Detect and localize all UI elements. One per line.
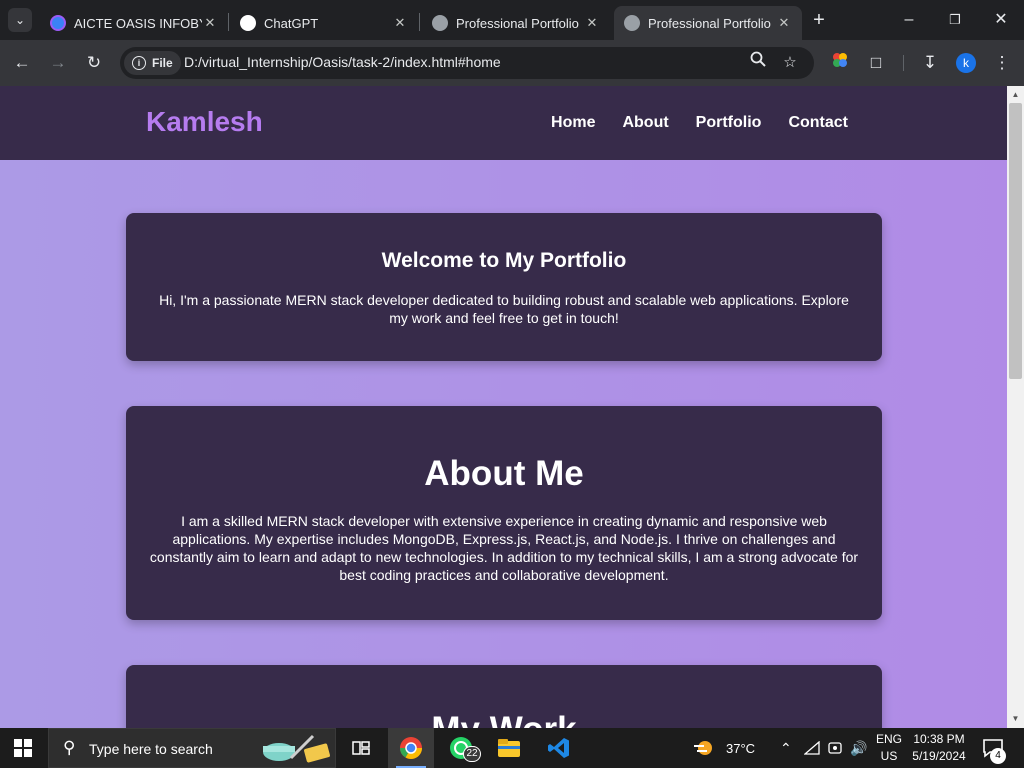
nav-about-link[interactable]: About [622,114,668,132]
work-section: My Work [126,665,882,728]
close-icon[interactable]: ✕ [392,15,408,31]
tab-search-button[interactable]: ⌄ [8,8,32,32]
search-highlight-illustration-icon [263,734,330,763]
weather-temp: 37°C [726,740,756,756]
task-view-icon[interactable] [338,728,384,768]
page-scrollbar[interactable]: ▲ ▼ [1007,86,1024,728]
about-section: About Me I am a skilled MERN stack devel… [126,406,882,620]
download-icon[interactable]: ↧ [918,51,942,75]
welcome-text: Hi, I'm a passionate MERN stack develope… [159,292,849,326]
search-icon: ⚲ [63,738,76,757]
about-title: About Me [424,454,584,493]
show-hidden-icons-icon[interactable]: ⌃ [780,728,792,768]
site-info-chip[interactable]: i File [124,51,181,75]
extensions-puzzle-icon[interactable]: □ [864,51,888,75]
globe-icon [624,15,640,31]
tab-portfolio-active[interactable]: Professional Portfolio ✕ [614,6,802,40]
chrome-taskbar-icon[interactable] [388,728,434,768]
scroll-thumb[interactable] [1009,103,1022,379]
info-icon: i [132,56,146,70]
site-header: Kamlesh Home About Portfolio Contact [0,86,1007,160]
tab-title: Professional Portfolio [648,15,771,31]
welcome-section: Welcome to My Portfolio Hi, I'm a passio… [126,213,882,361]
windows-start-icon[interactable] [14,739,32,757]
nav-contact-link[interactable]: Contact [788,114,848,132]
nav-home-link[interactable]: Home [551,114,595,132]
language-code: ENG [875,732,902,746]
toolbar-divider [903,55,904,71]
page-viewport: Kamlesh Home About Portfolio Contact Wel… [0,86,1007,728]
forward-arrow-icon[interactable]: → [46,51,70,75]
clock-time: 10:38 PM [913,732,965,746]
scroll-up-icon[interactable]: ▲ [1007,88,1024,102]
bookmark-star-icon[interactable]: ☆ [778,51,802,75]
browser-toolbar: ← → ↻ i File D:/virtual_Internship/Oasis… [0,40,1024,86]
volume-icon[interactable]: 🔊 [850,728,867,768]
color-extension-icon[interactable] [828,51,852,75]
windows-taskbar: ⚲ Type here to search 22 37°C ⌃ 🔊 ENG US… [0,728,1024,768]
whatsapp-taskbar-icon[interactable]: 22 [438,728,484,768]
tab-portfolio-1[interactable]: Professional Portfolio ✕ [422,6,610,40]
vscode-taskbar-icon[interactable] [536,728,582,768]
close-window-icon[interactable]: ✕ [989,8,1013,32]
minimize-icon[interactable]: – [897,8,921,32]
search-placeholder: Type here to search [89,741,213,757]
file-explorer-icon[interactable] [486,728,532,768]
network-icon[interactable] [804,728,820,768]
tab-aicte[interactable]: AICTE OASIS INFOBYTE ✕ [40,6,228,40]
scroll-down-icon[interactable]: ▼ [1007,712,1024,726]
site-nav: Home About Portfolio Contact [551,114,848,132]
weather-widget[interactable]: 37°C [692,728,755,768]
new-tab-button[interactable]: + [808,9,830,31]
tab-chatgpt[interactable]: ChatGPT ✕ [230,6,418,40]
language-indicator[interactable]: ENG US [874,731,904,765]
menu-kebab-icon[interactable]: ⋮ [990,51,1014,75]
region-code: US [880,749,898,763]
work-title: My Work [148,710,860,728]
about-text: I am a skilled MERN stack developer with… [149,513,859,583]
nav-portfolio-link[interactable]: Portfolio [696,114,762,132]
browser-tab-strip: ⌄ AICTE OASIS INFOBYTE ✕ ChatGPT ✕ Profe… [0,0,1024,40]
clock-date: 5/19/2024 [912,749,966,763]
notification-count-badge: 4 [990,748,1006,764]
chatgpt-favicon-icon [240,15,256,31]
tab-title: AICTE OASIS INFOBYTE [74,15,202,31]
aicte-favicon-icon [50,15,66,31]
tab-separator [228,13,229,31]
reload-icon[interactable]: ↻ [82,51,106,75]
camera-icon[interactable] [828,728,842,768]
system-clock[interactable]: 10:38 PM 5/19/2024 [906,731,972,765]
whatsapp-badge: 22 [463,746,481,762]
chip-label: File [152,56,173,70]
globe-icon [432,15,448,31]
tab-title: Professional Portfolio [456,15,579,31]
url-text[interactable]: D:/virtual_Internship/Oasis/task-2/index… [184,54,501,70]
close-icon[interactable]: ✕ [202,15,218,31]
close-icon[interactable]: ✕ [776,15,792,31]
address-bar[interactable]: i File D:/virtual_Internship/Oasis/task-… [120,47,814,79]
welcome-title: Welcome to My Portfolio [381,249,627,272]
zoom-icon[interactable] [746,51,770,75]
close-icon[interactable]: ✕ [584,15,600,31]
taskbar-search-box[interactable]: ⚲ Type here to search [48,728,336,768]
tab-title: ChatGPT [264,15,319,31]
site-logo[interactable]: Kamlesh [146,106,263,138]
back-arrow-icon[interactable]: ← [10,51,34,75]
restore-icon[interactable]: ❐ [943,8,967,32]
tab-separator [419,13,420,31]
weather-sun-icon [694,741,712,755]
profile-avatar[interactable]: k [956,53,976,73]
